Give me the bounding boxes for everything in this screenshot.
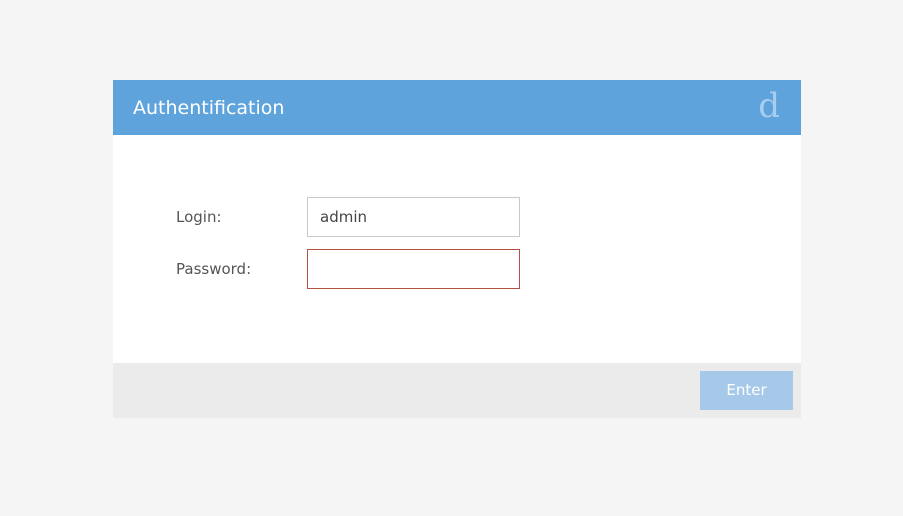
authentication-dialog: Authentification d Login: Password: Ente… bbox=[113, 80, 801, 418]
enter-button[interactable]: Enter bbox=[700, 371, 793, 410]
password-label: Password: bbox=[176, 260, 252, 278]
login-input[interactable] bbox=[307, 197, 520, 237]
login-label: Login: bbox=[176, 208, 222, 226]
dialog-footer: Enter bbox=[113, 363, 801, 418]
dialog-title: Authentification bbox=[133, 97, 285, 119]
brand-logo-icon: d bbox=[758, 86, 780, 126]
password-input[interactable] bbox=[307, 249, 520, 289]
dialog-header: Authentification d bbox=[113, 80, 801, 135]
